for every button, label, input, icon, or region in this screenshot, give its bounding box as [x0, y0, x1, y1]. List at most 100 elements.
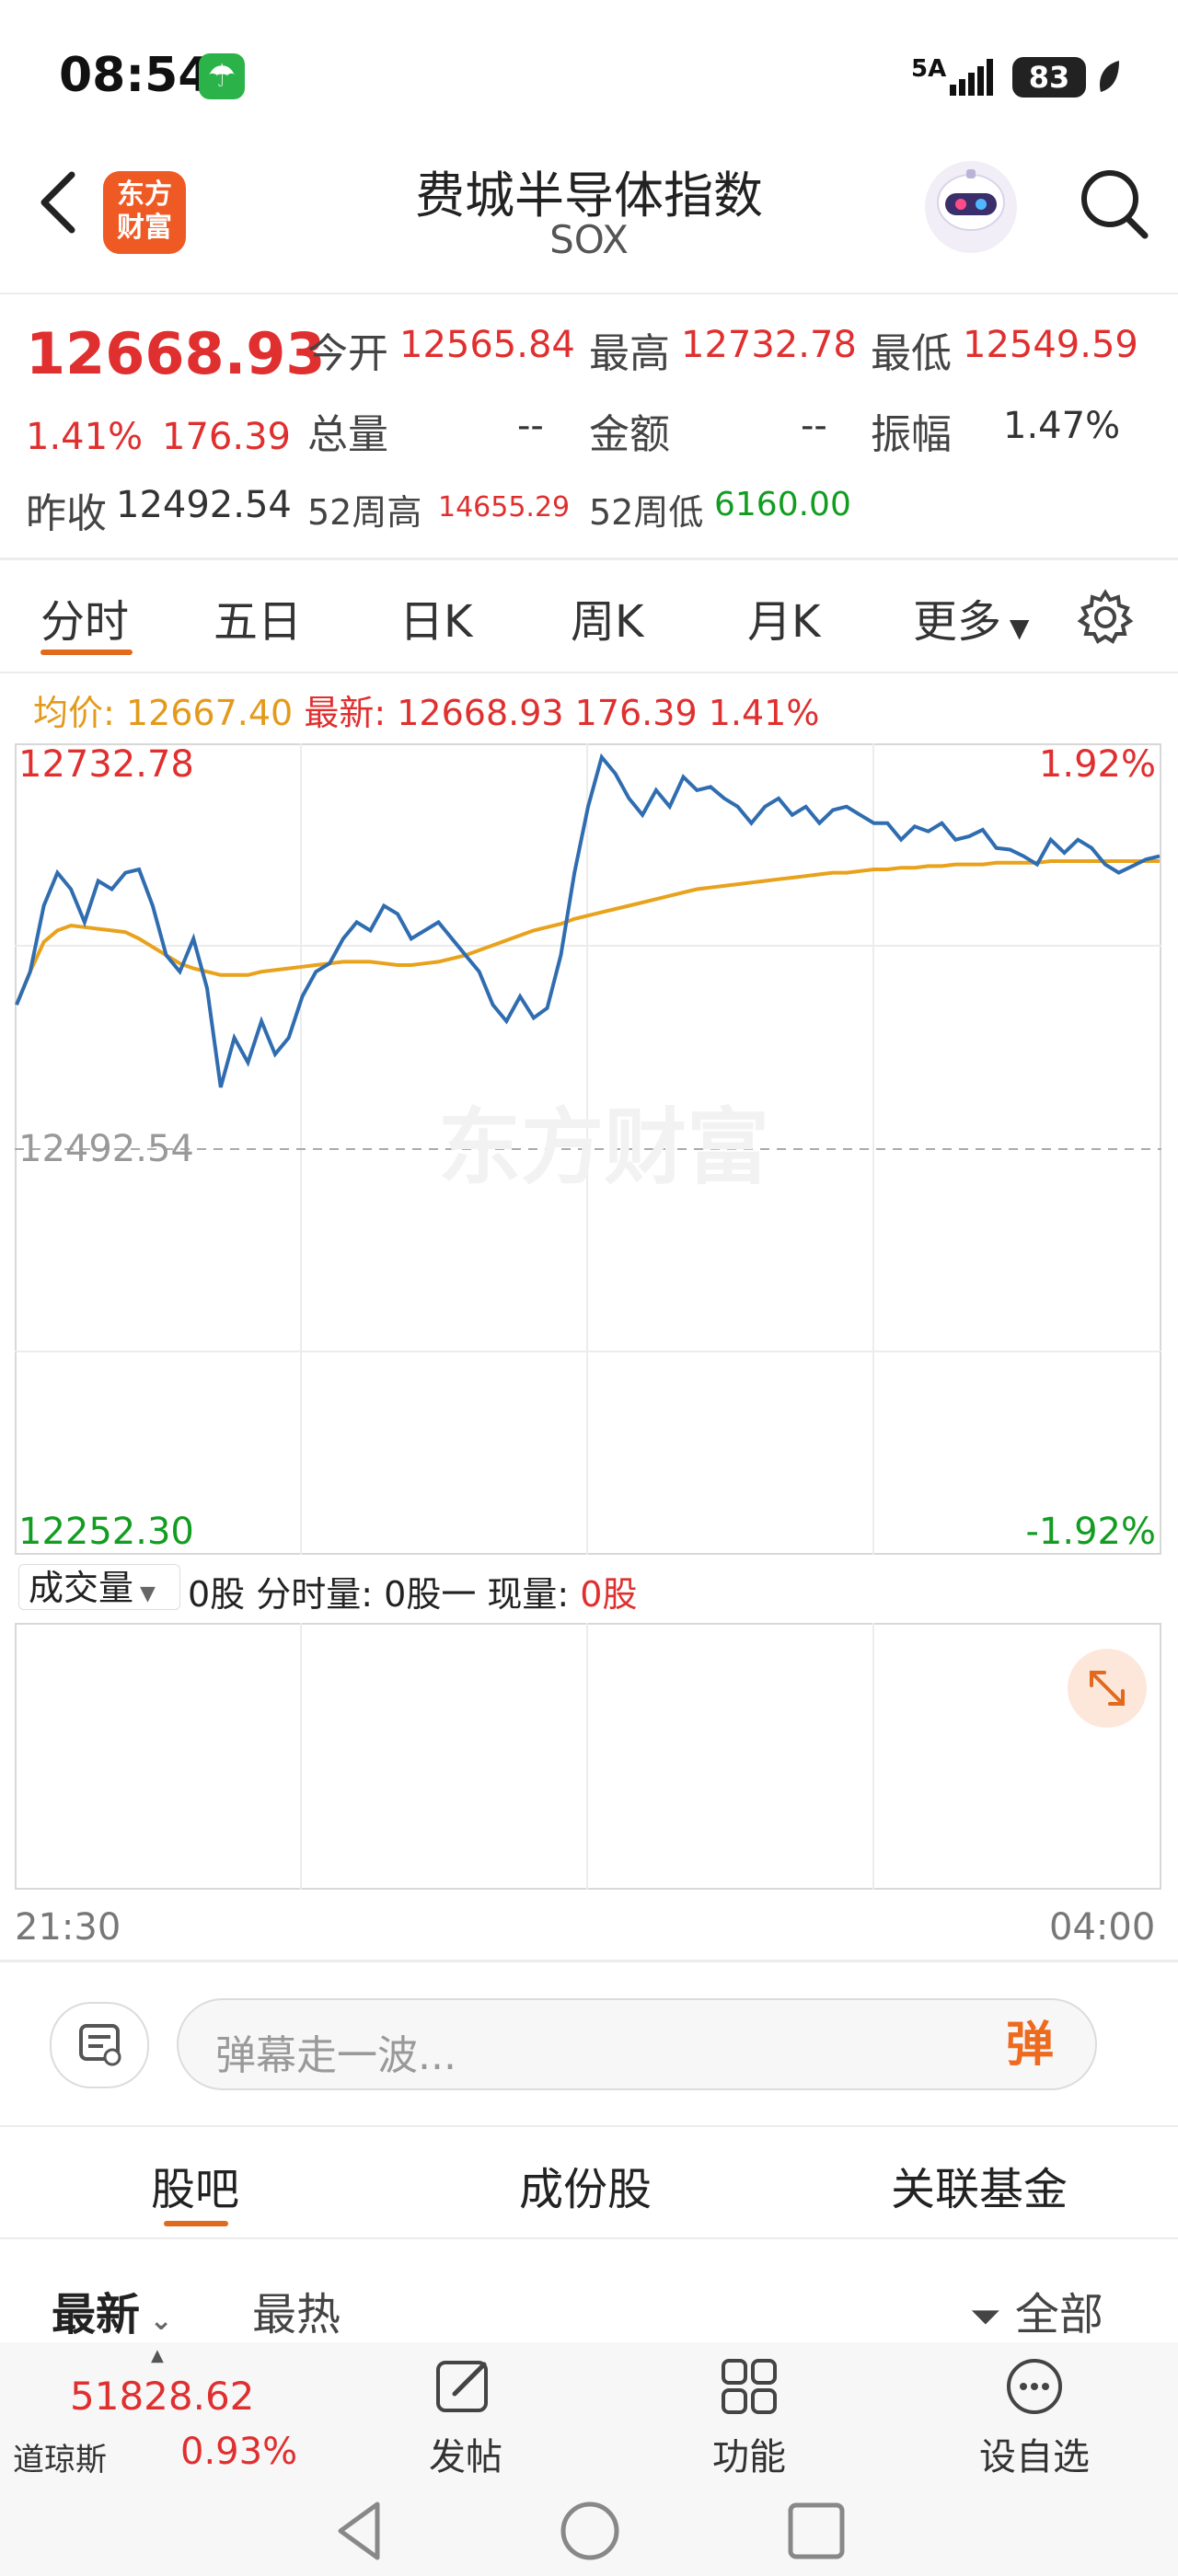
- divider: [0, 2237, 1178, 2239]
- more-dots-icon: [1007, 2359, 1062, 2414]
- back-button[interactable]: [31, 166, 87, 239]
- battery-icon: 83: [1012, 57, 1086, 98]
- pct-min-label: -1.92%: [1025, 1511, 1156, 1553]
- index-name: 道琼斯: [13, 2442, 107, 2478]
- danmu-placeholder: 弹幕走一波...: [215, 2032, 456, 2079]
- volume-label: 总量: [307, 411, 388, 458]
- divider: [0, 2125, 1178, 2127]
- amount-label: 金额: [589, 411, 670, 458]
- volume-readout: 0股 分时量: 0股一 现量: 0股: [188, 1566, 637, 1616]
- umbrella-icon: ☂: [199, 53, 245, 99]
- index-value: 51828.62: [70, 2374, 255, 2419]
- expand-icon[interactable]: [1068, 1649, 1147, 1728]
- nav-functions[interactable]: 功能: [676, 2357, 823, 2480]
- tab-daily-k[interactable]: 日K: [399, 585, 472, 650]
- y-mid-label: 12492.54: [18, 1128, 194, 1170]
- sort-latest[interactable]: 最新 ⌄: [52, 2278, 173, 2342]
- prev-close-value: 12492.54: [116, 484, 292, 526]
- grid-icon: [722, 2359, 777, 2414]
- latest-pct: 1.41%: [708, 693, 820, 733]
- index-pct: 0.93%: [180, 2431, 298, 2473]
- latest-value: 12668.93: [397, 693, 564, 733]
- danmu-send-button[interactable]: 弹: [988, 2011, 1071, 2079]
- leaf-icon: [1099, 61, 1119, 92]
- open-label: 今开: [307, 330, 388, 377]
- tab-monthly-k[interactable]: 月K: [747, 585, 820, 650]
- tab-constituents[interactable]: 成份股: [519, 2153, 652, 2217]
- signal-icon: [950, 59, 993, 96]
- nav-post[interactable]: 发帖: [392, 2357, 539, 2480]
- latest-label: 最新:: [304, 693, 387, 733]
- week52-high-label: 52周高: [307, 492, 422, 533]
- amount-value: --: [801, 405, 827, 447]
- nav-add-watchlist[interactable]: 设自选: [961, 2357, 1108, 2480]
- nav-functions-label: 功能: [712, 2436, 786, 2478]
- amplitude-value: 1.47%: [1003, 405, 1121, 447]
- volume-value: --: [517, 405, 544, 447]
- status-bar: 08:54 ☂ 5A 83: [0, 0, 1178, 138]
- low-label: 最低: [871, 330, 952, 377]
- edit-icon: [436, 2361, 488, 2412]
- avg-label: 均价:: [33, 693, 115, 733]
- volume-chart: [15, 1623, 1161, 1890]
- nav-watchlist-label: 设自选: [979, 2436, 1090, 2478]
- volume-readout-text: 0股 分时量: 0股一 现量:: [188, 1574, 581, 1615]
- logo-line1: 东方: [117, 178, 172, 211]
- tab-intraday[interactable]: 分时: [40, 585, 129, 650]
- time-start-label: 21:30: [15, 1906, 121, 1949]
- week52-low-label: 52周低: [589, 492, 704, 533]
- index-ticker[interactable]: ▲ 51828.62 道琼斯 0.93%: [0, 2346, 304, 2478]
- tab-more-label: 更多: [913, 596, 1002, 648]
- price-info-line: 均价: 12667.40 最新: 12668.93 176.39 1.41%: [33, 684, 819, 735]
- tab-five-day[interactable]: 五日: [214, 585, 302, 650]
- volume-indicator-select[interactable]: 成交量 ▼: [18, 1564, 180, 1610]
- divider: [0, 558, 1178, 560]
- page-subtitle: SOX: [549, 217, 629, 262]
- y-max-label: 12732.78: [18, 743, 194, 786]
- volume-selector-label: 成交量: [29, 1568, 134, 1608]
- danmu-toggle-icon[interactable]: [50, 2002, 149, 2088]
- clock: 08:54: [59, 48, 212, 103]
- system-home-icon[interactable]: [558, 2499, 622, 2563]
- caret-down-icon: ▼: [1001, 613, 1030, 643]
- tab-related-funds[interactable]: 关联基金: [891, 2153, 1068, 2217]
- change-percent: 1.41%: [26, 416, 144, 458]
- gear-icon[interactable]: [1077, 589, 1134, 646]
- change-amount: 176.39: [162, 416, 291, 458]
- system-back-icon[interactable]: [331, 2499, 387, 2563]
- danmu-input[interactable]: 弹幕走一波... 弹: [177, 1998, 1097, 2090]
- system-recents-icon[interactable]: [786, 2501, 847, 2561]
- tab-stock-bar[interactable]: 股吧: [151, 2153, 239, 2217]
- y-min-label: 12252.30: [18, 1511, 194, 1553]
- assistant-robot-icon[interactable]: [920, 156, 1022, 258]
- filter-icon: ⏷: [970, 2294, 1001, 2339]
- filter-label: 全部: [1014, 2289, 1103, 2340]
- low-value: 12549.59: [963, 324, 1138, 366]
- divider: [0, 1960, 1178, 1962]
- sort-hot[interactable]: 最热: [252, 2278, 341, 2342]
- week52-low-value: 6160.00: [714, 486, 851, 523]
- caret-down-icon: ▼: [133, 1582, 156, 1605]
- avg-value: 12667.40: [125, 693, 294, 733]
- system-nav-bar: [0, 2480, 1178, 2576]
- high-label: 最高: [589, 330, 670, 377]
- active-tab-indicator: [164, 2221, 228, 2226]
- search-icon[interactable]: [1077, 162, 1150, 245]
- high-value: 12732.78: [681, 324, 857, 366]
- intraday-chart[interactable]: 东方财富 12732.78 12492.54 12252.30 1.92% -1…: [15, 743, 1161, 1555]
- divider: [0, 293, 1178, 294]
- network-label: 5A: [911, 55, 947, 83]
- tab-more[interactable]: 更多 ▼: [913, 585, 1029, 650]
- filter-all[interactable]: ⏷ 全部: [970, 2278, 1103, 2342]
- time-end-label: 04:00: [1049, 1906, 1156, 1949]
- active-tab-indicator: [40, 650, 133, 655]
- app-logo: 东方 财富: [103, 171, 186, 254]
- chevron-down-icon: ⌄: [140, 2305, 173, 2337]
- pct-max-label: 1.92%: [1039, 743, 1156, 786]
- latest-change: 176.39: [574, 693, 698, 733]
- chart-watermark: 东方财富: [438, 1099, 769, 1196]
- divider: [0, 672, 1178, 673]
- tab-weekly-k[interactable]: 周K: [571, 585, 643, 650]
- logo-line2: 财富: [117, 212, 172, 244]
- caret-up-icon: ▲: [151, 2346, 164, 2365]
